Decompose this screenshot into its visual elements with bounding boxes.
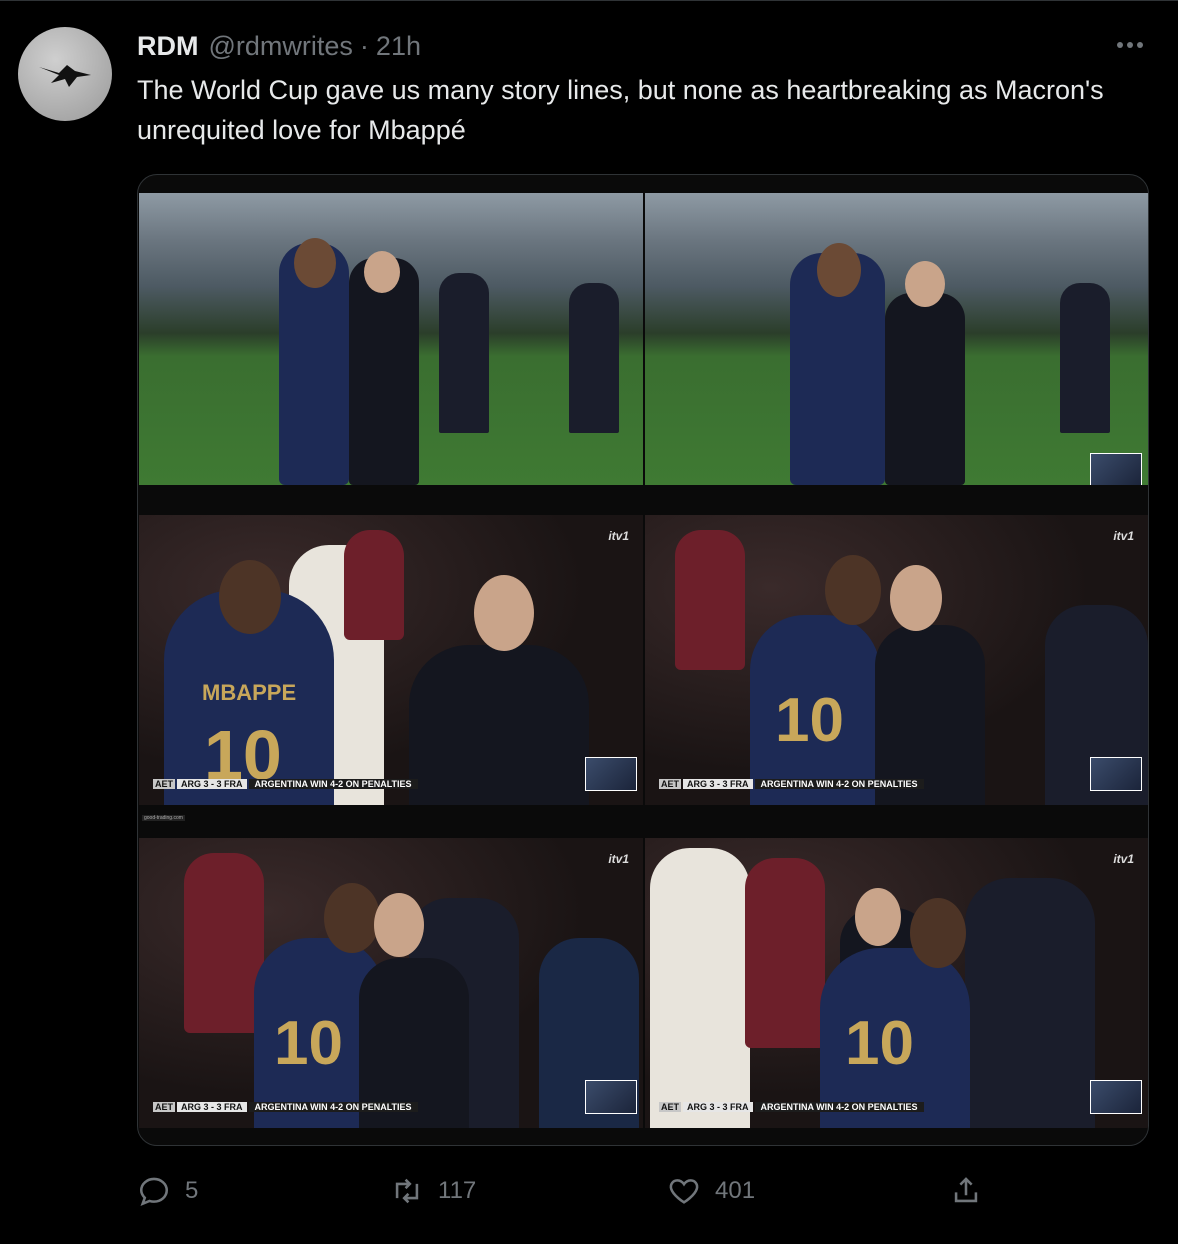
president-head [855,888,901,946]
jersey-name: MBAPPE [202,680,297,705]
player-head [324,883,380,953]
picture-in-picture-thumbnail [1090,1080,1142,1114]
retweet-count: 117 [438,1177,477,1204]
picture-in-picture-thumbnail [585,757,637,791]
result-label: ARGENTINA WIN 4-2 ON PENALTIES [754,779,924,789]
attendant-figure [675,530,745,670]
bird-silhouette-icon [39,65,91,87]
broadcaster-logo: itv1 [608,852,629,866]
picture-in-picture-thumbnail [1090,757,1142,791]
retweet-icon [395,1178,419,1204]
watermark: good-trading.com [142,815,185,821]
president-head [890,565,942,631]
reply-button[interactable]: 5 [137,1172,198,1210]
tweet-header: RDM @rdmwrites · 21h [137,28,421,64]
score-label: ARG 3 - 3 FRA [177,1102,247,1112]
score-overlay: AET ARG 3 - 3 FRA ARGENTINA WIN 4-2 ON P… [659,1100,924,1114]
jersey-number: 10 [775,686,844,755]
attendant-figure [745,858,825,1048]
timestamp[interactable]: 21h [376,31,421,62]
player-head [910,898,966,968]
avatar[interactable] [18,27,112,121]
share-button[interactable] [949,1172,983,1210]
tweet-actions: 5 117 401 [137,1172,1137,1210]
media-frame-5: 10 itv1 AET ARG 3 - 3 FRA ARGENTINA WIN … [139,838,643,1128]
attendant-figure [344,530,404,640]
result-label: ARGENTINA WIN 4-2 ON PENALTIES [248,779,418,789]
president-head [474,575,534,651]
president-head [374,893,424,957]
more-dots-icon[interactable] [1110,30,1150,60]
aet-label: AET [153,779,175,789]
score-label: ARG 3 - 3 FRA [177,779,247,789]
media-frame-1 [139,193,643,485]
player-head [219,560,281,634]
share-icon [954,1177,978,1203]
picture-in-picture-thumbnail [585,1080,637,1114]
heart-icon [669,1179,699,1204]
media-frame-3: MBAPPE 10 itv1 AET ARG 3 - 3 FRA ARGENTI… [139,515,643,805]
tweet-media[interactable]: MBAPPE 10 itv1 AET ARG 3 - 3 FRA ARGENTI… [137,174,1149,1146]
picture-in-picture-thumbnail [1090,453,1142,485]
president-head [905,261,945,307]
player-head [817,243,861,297]
reply-icon [139,1177,169,1207]
jersey-number: 10 [274,1009,343,1078]
president-head [364,251,400,293]
bystander-figure [1060,283,1110,433]
player-head [825,555,881,625]
aet-label: AET [153,1102,175,1112]
attendant-figure [184,853,264,1033]
official-figure [965,878,1095,1128]
president-figure [409,645,589,805]
display-name[interactable]: RDM [137,31,199,62]
media-frame-2 [645,193,1148,485]
score-label: ARG 3 - 3 FRA [683,779,753,789]
broadcaster-logo: itv1 [1113,852,1134,866]
like-button[interactable]: 401 [667,1172,755,1210]
broadcaster-logo: itv1 [1113,529,1134,543]
score-label: ARG 3 - 3 FRA [683,1102,753,1112]
result-label: ARGENTINA WIN 4-2 ON PENALTIES [754,1102,924,1112]
retweet-button[interactable]: 117 [390,1172,476,1210]
player-head [294,238,336,288]
like-count: 401 [715,1177,756,1204]
score-overlay: AET ARG 3 - 3 FRA ARGENTINA WIN 4-2 ON P… [153,777,418,791]
aet-label: AET [659,779,681,789]
bystander-figure [569,283,619,433]
broadcaster-logo: itv1 [608,529,629,543]
bystander-figure [439,273,489,433]
president-figure [885,293,965,485]
emir-figure [650,848,750,1128]
media-frame-6: 10 itv1 AET ARG 3 - 3 FRA ARGENTINA WIN … [645,838,1148,1128]
top-divider [0,0,1178,1]
reply-count: 5 [185,1177,199,1204]
aet-label: AET [659,1102,681,1112]
score-overlay: AET ARG 3 - 3 FRA ARGENTINA WIN 4-2 ON P… [153,1100,418,1114]
user-handle[interactable]: @rdmwrites [209,31,353,62]
media-frame-4: 10 itv1 AET ARG 3 - 3 FRA ARGENTINA WIN … [645,515,1148,805]
separator: · [359,30,369,61]
jersey-number: 10 [845,1009,914,1078]
score-overlay: AET ARG 3 - 3 FRA ARGENTINA WIN 4-2 ON P… [659,777,924,791]
tweet-text: The World Cup gave us many story lines, … [137,75,1104,145]
result-label: ARGENTINA WIN 4-2 ON PENALTIES [248,1102,418,1112]
